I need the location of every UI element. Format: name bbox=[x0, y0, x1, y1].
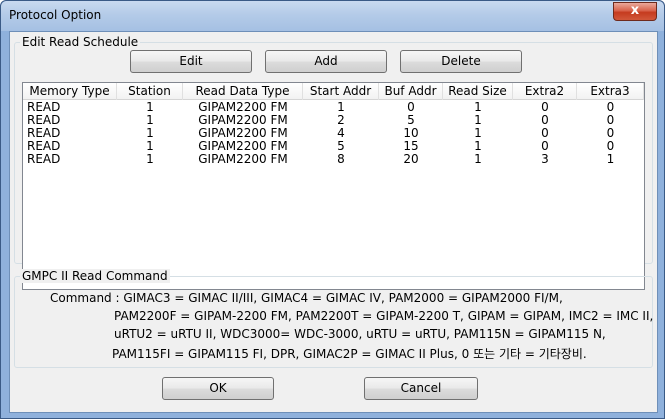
list-header: Memory Type Station Read Data Type Start… bbox=[23, 83, 644, 100]
column-header-read-size[interactable]: Read Size bbox=[443, 83, 513, 100]
cancel-button[interactable]: Cancel bbox=[364, 377, 478, 400]
command-text-line: PAM115FI = GIPAM115 FI, DPR, GIMAC2P = G… bbox=[112, 347, 587, 361]
cell-start-addr: 8 bbox=[337, 152, 345, 166]
command-text-line: Command : GIMAC3 = GIMAC II/III, GIMAC4 … bbox=[50, 291, 563, 305]
cell-extra3: 1 bbox=[606, 152, 615, 166]
table-row[interactable]: READ 1 GIPAM2200 FM 2 5 1 0 0 bbox=[23, 114, 644, 127]
add-button[interactable]: Add bbox=[265, 50, 387, 73]
cell-buf-addr: 20 bbox=[403, 152, 419, 166]
cell-memory-type: READ bbox=[27, 152, 61, 166]
edit-button[interactable]: Edit bbox=[130, 50, 252, 73]
cell-read-data-type: GIPAM2200 FM bbox=[198, 152, 288, 166]
edit-read-schedule-label: Edit Read Schedule bbox=[20, 35, 141, 49]
delete-button[interactable]: Delete bbox=[400, 50, 522, 73]
close-button[interactable]: x bbox=[613, 2, 657, 21]
cell-station: 1 bbox=[146, 152, 154, 166]
column-header-read-data-type[interactable]: Read Data Type bbox=[183, 83, 303, 100]
table-row[interactable]: READ 1 GIPAM2200 FM 4 10 1 0 0 bbox=[23, 127, 644, 140]
cell-read-size: 1 bbox=[474, 152, 482, 166]
read-schedule-list[interactable]: Memory Type Station Read Data Type Start… bbox=[22, 82, 645, 290]
column-header-start-addr[interactable]: Start Addr bbox=[303, 83, 379, 100]
command-text-line: uRTU2 = uRTU II, WDC3000= WDC-3000, uRTU… bbox=[114, 327, 606, 341]
command-text-line: PAM2200F = GIPAM-2200 FM, PAM2200T = GIP… bbox=[114, 309, 654, 323]
column-header-extra3[interactable]: Extra3 bbox=[577, 83, 644, 100]
column-header-memory-type[interactable]: Memory Type bbox=[23, 83, 117, 100]
read-command-label: GMPC II Read Command bbox=[20, 269, 170, 283]
cell-extra2: 3 bbox=[541, 152, 549, 166]
table-row[interactable]: READ 1 GIPAM2200 FM 5 15 1 0 0 bbox=[23, 140, 644, 153]
dialog-client-area: Edit Read Schedule Edit Add Delete Memor… bbox=[9, 31, 658, 413]
column-header-buf-addr[interactable]: Buf Addr bbox=[379, 83, 443, 100]
dialog-window: Protocol Option x Edit Read Schedule Edi… bbox=[0, 0, 665, 419]
title-bar[interactable]: Protocol Option x bbox=[1, 1, 664, 31]
column-header-extra2[interactable]: Extra2 bbox=[513, 83, 577, 100]
ok-button[interactable]: OK bbox=[162, 377, 274, 400]
window-title: Protocol Option bbox=[9, 8, 102, 22]
table-row[interactable]: READ 1 GIPAM2200 FM 1 0 1 0 0 bbox=[23, 101, 644, 114]
column-header-station[interactable]: Station bbox=[117, 83, 183, 100]
table-row[interactable]: READ 1 GIPAM2200 FM 8 20 1 3 1 bbox=[23, 153, 644, 166]
